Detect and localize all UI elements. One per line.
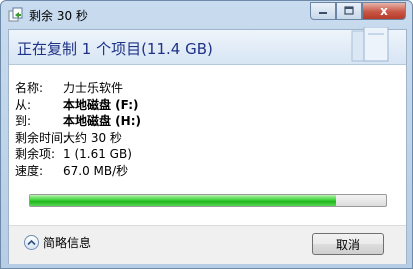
progress-fill xyxy=(30,195,337,206)
close-icon: x xyxy=(380,4,388,18)
maximize-icon xyxy=(344,5,354,18)
close-button[interactable]: x xyxy=(362,2,406,20)
detail-label: 速度: xyxy=(15,163,44,178)
dialog-footer: 简略信息 取消 xyxy=(9,225,406,264)
detail-row-from: 从: 本地磁盘 (F:) xyxy=(15,97,141,114)
title-bar[interactable]: 剩余 30 秒 x xyxy=(1,1,412,29)
detail-row-items-remaining: 剩余项: 1 (1.61 GB) xyxy=(15,146,141,163)
copy-details: 名称: 力士乐软件 从: 本地磁盘 (F:) 到: 本地磁盘 (H:) 剩余时间… xyxy=(15,80,141,179)
copy-status-heading: 正在复制 1 个项目(11.4 GB) xyxy=(17,40,213,58)
detail-label: 从: xyxy=(15,97,32,112)
caption-buttons: x xyxy=(310,2,406,20)
detail-value: 本地磁盘 (F:) xyxy=(63,97,139,112)
detail-value: 本地磁盘 (H:) xyxy=(63,114,141,128)
window-title: 剩余 30 秒 xyxy=(29,9,88,23)
detail-value: 67.0 MB/秒 xyxy=(63,163,129,178)
copy-progress-window: 剩余 30 秒 x 正在复制 1 个项目(11.4 GB) 名称: 力士乐软件 … xyxy=(0,0,413,269)
less-details-label: 简略信息 xyxy=(43,236,92,250)
maximize-button[interactable] xyxy=(336,2,362,20)
copy-icon xyxy=(8,7,24,23)
header-band: 正在复制 1 个项目(11.4 GB) xyxy=(9,26,406,65)
dialog-body: 正在复制 1 个项目(11.4 GB) 名称: 力士乐软件 从: 本地磁盘 (F… xyxy=(8,26,407,264)
detail-value: 大约 30 秒 xyxy=(63,130,122,145)
minimize-icon xyxy=(318,5,328,18)
chevron-up-icon xyxy=(24,235,39,250)
detail-row-name: 名称: 力士乐软件 xyxy=(15,80,141,97)
detail-label: 剩余项: xyxy=(15,147,56,161)
detail-row-time-remaining: 剩余时间: 大约 30 秒 xyxy=(15,130,141,147)
detail-row-to: 到: 本地磁盘 (H:) xyxy=(15,113,141,130)
detail-label: 到: xyxy=(15,114,32,128)
documents-icon xyxy=(348,26,394,63)
less-details-toggle[interactable]: 简略信息 xyxy=(24,234,91,251)
detail-label: 名称: xyxy=(15,81,44,95)
minimize-button[interactable] xyxy=(310,2,336,20)
cancel-button[interactable]: 取消 xyxy=(312,233,384,255)
detail-label: 剩余时间: xyxy=(15,130,68,145)
detail-row-speed: 速度: 67.0 MB/秒 xyxy=(15,163,141,180)
detail-value: 1 (1.61 GB) xyxy=(63,147,132,161)
detail-value: 力士乐软件 xyxy=(63,81,124,95)
copy-progress-bar xyxy=(29,194,387,207)
